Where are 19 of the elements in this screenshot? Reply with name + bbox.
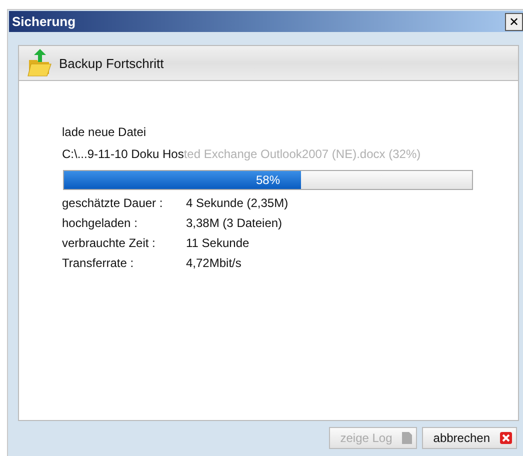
- progress-reading: 58%: [254, 173, 282, 187]
- stat-label: Transferrate :: [62, 256, 135, 270]
- stat-label: verbrauchte Zeit :: [62, 236, 156, 250]
- header-title: Backup Fortschritt: [59, 56, 164, 70]
- folder-upload-icon: [27, 48, 53, 78]
- close-button[interactable]: ✕: [505, 12, 523, 30]
- cancel-button[interactable]: abbrechen: [422, 427, 517, 449]
- window-title: Sicherung: [11, 14, 76, 29]
- close-icon: [500, 432, 512, 444]
- stat-label: hochgeladen :: [62, 216, 138, 230]
- stat-value: 4 Sekunde (2,35M): [186, 196, 290, 210]
- stat-value: 11 Sekunde: [186, 236, 250, 250]
- file-path-text: ted Exchange Outlook2007 (NE).docx (32%): [184, 147, 421, 161]
- stat-label: geschätzte Dauer :: [62, 196, 164, 210]
- stat-value: 3,38M (3 Dateien): [186, 216, 284, 230]
- file-path-text: C:\...9-11-10 Doku Hos: [62, 147, 184, 161]
- stat-value: 4,72Mbit/s: [186, 256, 242, 270]
- document-icon: [402, 432, 412, 444]
- status-text: lade neue Datei: [62, 125, 148, 141]
